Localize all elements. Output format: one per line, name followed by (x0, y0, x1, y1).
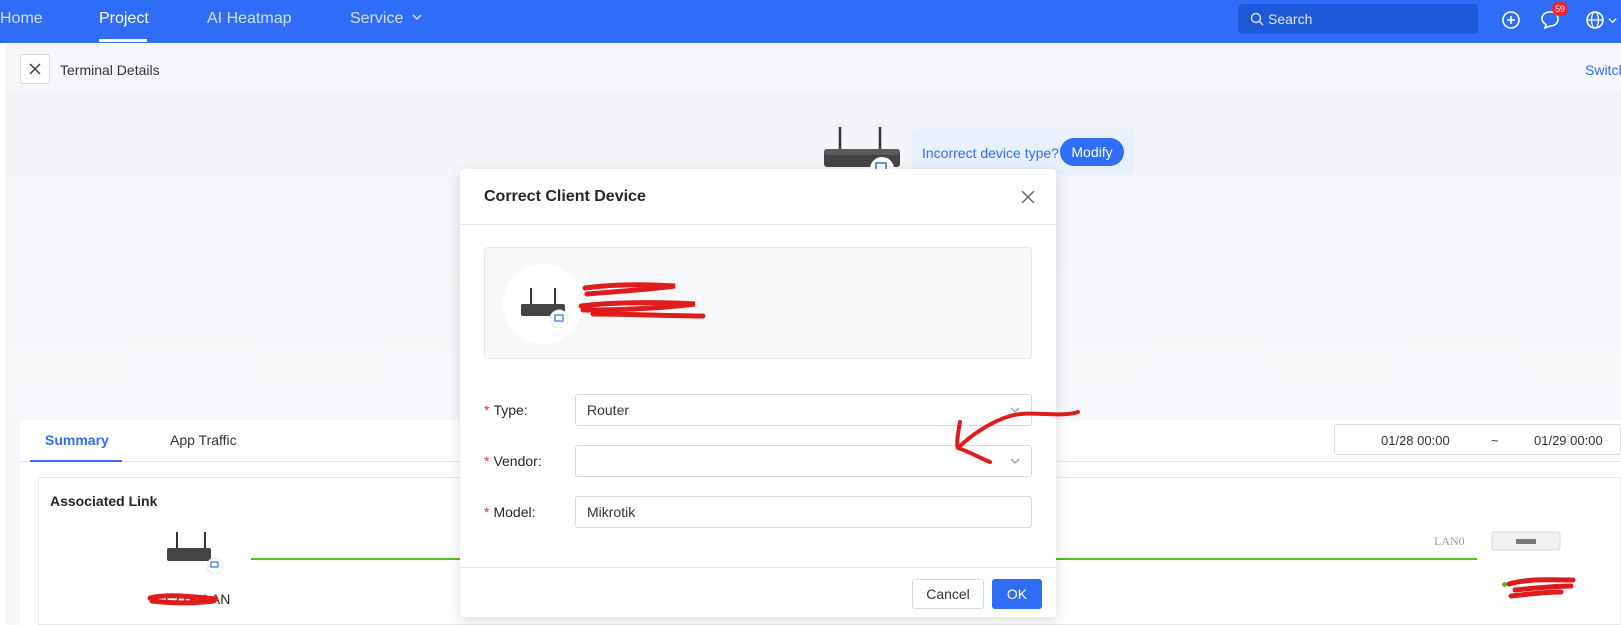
type-select[interactable]: Router (575, 394, 1032, 426)
type-label-text: Type: (493, 402, 528, 418)
nav-item-ai-heatmap[interactable]: AI Heatmap (207, 10, 291, 28)
model-label-text: Model: (493, 504, 536, 520)
close-icon (29, 63, 41, 75)
port-label: LAN0 (1434, 534, 1465, 548)
type-label: * Type: (484, 402, 528, 418)
dialog-footer-divider (460, 567, 1056, 568)
page-title: Terminal Details (60, 62, 160, 78)
tab-active-indicator (30, 460, 122, 462)
tab-summary[interactable]: Summary (45, 432, 109, 448)
device-avatar (503, 264, 583, 344)
link-line-left (251, 558, 461, 560)
globe-icon[interactable] (1584, 9, 1606, 31)
global-search[interactable] (1238, 4, 1478, 34)
dialog-header-divider (460, 224, 1056, 225)
date-range-end: 01/29 00:00 (1534, 433, 1603, 448)
add-circle-icon[interactable] (1500, 9, 1522, 31)
message-count-badge: 59 (1552, 2, 1569, 16)
chevron-down-icon (412, 14, 422, 21)
client-status-dot (152, 598, 157, 603)
nav-active-indicator (99, 39, 147, 42)
client-router-icon (167, 532, 224, 574)
ok-button[interactable]: OK (992, 579, 1042, 609)
search-icon (1250, 12, 1264, 26)
router-device-icon (824, 127, 900, 173)
vendor-label-text: Vendor: (493, 453, 542, 469)
device-type-tip-text: Incorrect device type? (922, 145, 1059, 161)
date-range-start: 01/28 00:00 (1381, 433, 1450, 448)
nav-item-service-label: Service (350, 10, 404, 27)
chevron-down-icon (1010, 407, 1020, 413)
correct-client-device-dialog: Correct Client Device * Type: Router * Ven… (460, 169, 1056, 617)
switch-link[interactable]: Switch (1585, 62, 1621, 78)
nav-item-project[interactable]: Project (99, 10, 149, 28)
search-input[interactable] (1268, 9, 1468, 29)
modify-device-type-button[interactable]: Modify (1060, 138, 1124, 166)
tab-app-traffic[interactable]: App Traffic (170, 432, 237, 448)
chevron-down-icon (1010, 458, 1020, 464)
gateway-switch-icon (1491, 531, 1561, 551)
chevron-down-icon[interactable] (1607, 15, 1618, 26)
nav-item-home[interactable]: Home (0, 10, 43, 28)
gateway-status-dot (1502, 582, 1507, 587)
date-range-picker[interactable]: 01/28 00:00 ~ 01/29 00:00 (1334, 424, 1621, 455)
vendor-label: * Vendor: (484, 453, 542, 469)
top-navigation-bar: Home Project AI Heatmap Service 59 (0, 0, 1621, 43)
router-device-icon (521, 288, 569, 329)
type-select-value: Router (587, 402, 630, 418)
dialog-title: Correct Client Device (484, 188, 646, 205)
redaction-scribble (578, 282, 706, 319)
close-icon[interactable] (1020, 189, 1036, 205)
link-line-right (1056, 558, 1477, 560)
model-label: * Model: (484, 504, 536, 520)
model-input[interactable] (587, 498, 1020, 526)
vendor-select[interactable] (575, 445, 1032, 477)
nav-item-service[interactable]: Service (350, 10, 423, 28)
associated-link-title: Associated Link (50, 493, 158, 509)
model-field[interactable] (575, 496, 1032, 528)
date-range-separator: ~ (1491, 433, 1499, 448)
cancel-button[interactable]: Cancel (912, 579, 984, 609)
close-details-button[interactable] (20, 54, 50, 84)
client-link-label: L2TP-LAN (165, 591, 231, 607)
device-info-panel (484, 247, 1032, 359)
